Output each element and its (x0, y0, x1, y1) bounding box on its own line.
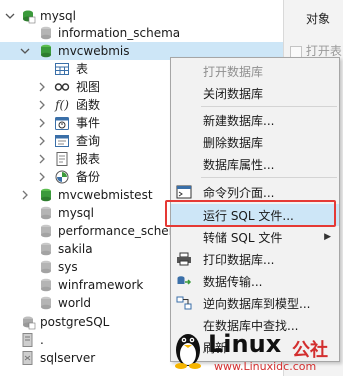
database-green-icon (38, 187, 54, 203)
submenu-arrow-icon: ▶ (324, 232, 331, 242)
database-gray-icon (38, 25, 54, 41)
tree-label: 报表 (76, 152, 101, 166)
menu-separator (201, 177, 337, 178)
tree-label: postgreSQL (40, 315, 110, 329)
watermark: Linux 公社 www.Linuxidc.com (170, 318, 343, 376)
database-gray-icon (38, 223, 54, 239)
menu-item-print-database[interactable]: 打印数据库... (171, 248, 339, 270)
server-connection-icon (20, 332, 36, 348)
chevron-down-icon[interactable] (5, 11, 15, 21)
tree-label: mysql (58, 206, 94, 220)
tree-label: . (40, 333, 44, 347)
tree-label: 备份 (76, 170, 101, 184)
printer-icon (176, 251, 192, 267)
tree-label: information_schema (58, 26, 181, 40)
tree-label: winframework (58, 278, 144, 292)
tree-label: sqlserver (40, 351, 96, 365)
table-icon (54, 61, 70, 77)
menu-item-close-database[interactable]: 关闭数据库 (171, 82, 339, 104)
function-icon: f() (55, 98, 69, 112)
chevron-right-icon[interactable] (37, 82, 47, 92)
open-table-icon (290, 45, 302, 58)
tree-item-information-schema[interactable]: information_schema (0, 24, 283, 42)
menu-item-dump-sql-file[interactable]: 转储 SQL 文件 ▶ (171, 226, 339, 248)
tree-label: 表 (76, 62, 89, 76)
watermark-url: www.Linuxidc.com (214, 360, 317, 373)
chevron-right-icon[interactable] (37, 118, 47, 128)
model-icon (176, 295, 192, 311)
menu-item-open-database[interactable]: 打开数据库 (171, 60, 339, 82)
menu-item-database-properties[interactable]: 数据库属性... (171, 153, 339, 175)
tree-label: 函数 (76, 98, 101, 112)
tree-label: mvcwebmistest (58, 188, 153, 202)
tree-label: performance_schem (58, 224, 181, 238)
database-gray-icon (38, 259, 54, 275)
chevron-right-icon[interactable] (37, 100, 47, 110)
view-glasses-icon (54, 79, 70, 95)
tree-label: mvcwebmis (58, 44, 130, 58)
highlight-box (165, 200, 336, 227)
database-gray-icon (38, 277, 54, 293)
console-icon (176, 184, 192, 200)
chevron-right-icon[interactable] (37, 154, 47, 164)
database-gray-icon (38, 241, 54, 257)
menu-item-data-transfer[interactable]: 数据传输... (171, 270, 339, 292)
database-green-icon (38, 43, 54, 59)
data-transfer-icon (176, 273, 192, 289)
menu-item-new-database[interactable]: 新建数据库... (171, 109, 339, 131)
tree-label: 事件 (76, 116, 101, 130)
backup-icon (54, 169, 70, 185)
event-clock-icon (54, 115, 70, 131)
database-gray-icon (38, 295, 54, 311)
menu-separator (201, 106, 337, 107)
menu-item-reverse-to-model[interactable]: 逆向数据库到模型... (171, 292, 339, 314)
query-icon (54, 133, 70, 149)
menu-item-delete-database[interactable]: 删除数据库 (171, 131, 339, 153)
tree-label: 查询 (76, 134, 101, 148)
chevron-right-icon[interactable] (20, 190, 30, 200)
chevron-right-icon[interactable] (37, 136, 47, 146)
tree-label: mysql (40, 9, 76, 23)
tree-item-mysql-connection[interactable]: mysql (0, 7, 283, 25)
tree-label: sakila (58, 242, 93, 256)
sqlserver-connection-icon (20, 350, 36, 366)
chevron-right-icon[interactable] (37, 172, 47, 182)
mysql-connection-icon (20, 8, 36, 24)
tab-objects[interactable]: 对象 (306, 10, 330, 27)
postgresql-connection-icon (20, 314, 36, 330)
report-icon (54, 151, 70, 167)
watermark-cn: 公社 (292, 340, 328, 361)
tree-label: 视图 (76, 80, 101, 94)
watermark-brand: Linux (208, 330, 282, 358)
open-table-label: 打开表 (305, 44, 342, 58)
database-gray-icon (38, 205, 54, 221)
tree-label: world (58, 296, 92, 310)
chevron-down-icon[interactable] (20, 46, 30, 56)
tree-label: sys (58, 260, 78, 274)
